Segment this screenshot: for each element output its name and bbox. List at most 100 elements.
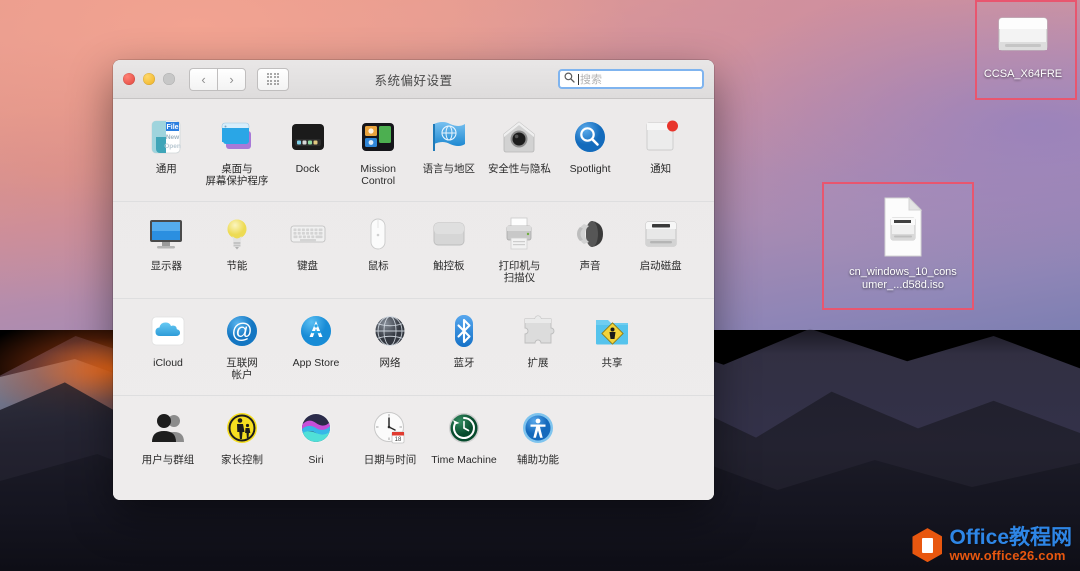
pref-printers-scanners[interactable]: 打印机与扫描仪 xyxy=(484,208,555,294)
watermark: Office教程网 www.office26.com xyxy=(912,527,1072,563)
pref-internet-accounts[interactable]: @ 互联网帐户 xyxy=(205,305,279,391)
forward-button[interactable]: › xyxy=(217,68,246,91)
preferences-row: iCloud @ 互联网帐户 xyxy=(113,299,714,396)
desktop: CCSA_X64FRE cn_windows_10_consumer_...d5… xyxy=(0,0,1080,571)
network-icon xyxy=(370,311,410,351)
pref-label: 网络 xyxy=(353,357,427,369)
desktop-screensaver-icon xyxy=(217,117,257,157)
language-region-icon xyxy=(429,117,469,157)
pref-dock[interactable]: Dock xyxy=(272,111,343,197)
search-icon xyxy=(564,70,575,88)
svg-text:Open: Open xyxy=(165,143,182,150)
pref-label: MissionControl xyxy=(343,163,414,187)
sound-icon xyxy=(570,214,610,254)
pref-label: 节能 xyxy=(202,260,273,272)
pref-spotlight[interactable]: Spotlight xyxy=(555,111,626,197)
siri-icon xyxy=(296,408,336,448)
users-groups-icon xyxy=(148,408,188,448)
pref-label: 声音 xyxy=(555,260,626,272)
desktop-icon-iso[interactable]: cn_windows_10_consumer_...d58d.iso xyxy=(848,196,958,292)
pref-bluetooth[interactable]: 蓝牙 xyxy=(427,305,501,391)
pref-mission-control[interactable]: MissionControl xyxy=(343,111,414,197)
pref-energy-saver[interactable]: 节能 xyxy=(202,208,273,294)
energy-saver-icon xyxy=(217,214,257,254)
pref-desktop-screensaver[interactable]: 桌面与屏幕保护程序 xyxy=(202,111,273,197)
displays-icon xyxy=(146,214,186,254)
pref-date-time[interactable]: 18 日期与时间 xyxy=(353,402,427,476)
startup-disk-icon xyxy=(641,214,681,254)
mission-control-icon xyxy=(358,117,398,157)
pref-label: Spotlight xyxy=(555,163,626,175)
pref-label: 触控板 xyxy=(414,260,485,272)
preferences-row: 用户与群组 家长控制 xyxy=(113,396,714,480)
spotlight-icon xyxy=(570,117,610,157)
close-button[interactable] xyxy=(123,73,135,85)
pref-label: 键盘 xyxy=(272,260,343,272)
iso-disc-image-icon xyxy=(848,196,958,262)
pref-mouse[interactable]: 鼠标 xyxy=(343,208,414,294)
pref-users-groups[interactable]: 用户与群组 xyxy=(131,402,205,476)
printers-scanners-icon xyxy=(499,214,539,254)
back-button[interactable]: ‹ xyxy=(189,68,217,91)
icloud-icon xyxy=(148,311,188,351)
pref-displays[interactable]: 显示器 xyxy=(131,208,202,294)
office-hexagon-logo xyxy=(912,528,942,562)
pref-parental-controls[interactable]: 家长控制 xyxy=(205,402,279,476)
pref-label: 扩展 xyxy=(501,357,575,369)
pref-security-privacy[interactable]: 安全性与隐私 xyxy=(484,111,555,197)
keyboard-icon xyxy=(288,214,328,254)
pref-label: 共享 xyxy=(575,357,649,369)
time-machine-icon xyxy=(444,408,484,448)
pref-label: 语言与地区 xyxy=(414,163,485,175)
general-icon: File New Open xyxy=(146,117,186,157)
pref-trackpad[interactable]: 触控板 xyxy=(414,208,485,294)
pref-label: iCloud xyxy=(131,357,205,369)
date-time-icon: 18 xyxy=(370,408,410,448)
pref-startup-disk[interactable]: 启动磁盘 xyxy=(625,208,696,294)
pref-siri[interactable]: Siri xyxy=(279,402,353,476)
svg-text:@: @ xyxy=(231,320,252,343)
pref-keyboard[interactable]: 键盘 xyxy=(272,208,343,294)
minimize-button[interactable] xyxy=(143,73,155,85)
preferences-grid: File New Open 通用 xyxy=(113,99,714,500)
search-field[interactable]: 搜索 xyxy=(558,69,704,89)
pref-label: 家长控制 xyxy=(205,454,279,466)
system-preferences-window[interactable]: ‹ › 系统偏好设置 xyxy=(113,60,714,500)
pref-sound[interactable]: 声音 xyxy=(555,208,626,294)
pref-sharing[interactable]: 共享 xyxy=(575,305,649,391)
pref-label: Dock xyxy=(272,163,343,175)
pref-label: Siri xyxy=(279,454,353,466)
internet-accounts-icon: @ xyxy=(222,311,262,351)
show-all-button[interactable] xyxy=(257,68,289,91)
pref-general[interactable]: File New Open 通用 xyxy=(131,111,202,197)
svg-text:New: New xyxy=(166,134,180,141)
pref-time-machine[interactable]: Time Machine xyxy=(427,402,501,476)
svg-text:18: 18 xyxy=(395,437,402,443)
mouse-icon xyxy=(358,214,398,254)
desktop-icon-label: CCSA_X64FRE xyxy=(968,68,1078,81)
sharing-icon xyxy=(592,311,632,351)
pref-label: 桌面与屏幕保护程序 xyxy=(202,163,273,187)
pref-label: 通用 xyxy=(131,163,202,175)
pref-accessibility[interactable]: 辅助功能 xyxy=(501,402,575,476)
window-titlebar[interactable]: ‹ › 系统偏好设置 xyxy=(113,60,714,99)
pref-extensions[interactable]: 扩展 xyxy=(501,305,575,391)
pref-label: 用户与群组 xyxy=(131,454,205,466)
pref-network[interactable]: 网络 xyxy=(353,305,427,391)
pref-label: 显示器 xyxy=(131,260,202,272)
disk-drive-icon xyxy=(968,8,1078,64)
navigation-button-group: ‹ › xyxy=(189,68,246,91)
desktop-icon-disk[interactable]: CCSA_X64FRE xyxy=(968,8,1078,81)
security-privacy-icon xyxy=(499,117,539,157)
pref-language-region[interactable]: 语言与地区 xyxy=(414,111,485,197)
trackpad-icon xyxy=(429,214,469,254)
pref-label: Time Machine xyxy=(427,454,501,466)
svg-text:File: File xyxy=(167,124,179,131)
notifications-icon xyxy=(641,117,681,157)
pref-icloud[interactable]: iCloud xyxy=(131,305,205,391)
traffic-light-group xyxy=(123,73,175,85)
pref-label: 安全性与隐私 xyxy=(484,163,555,175)
pref-label: 辅助功能 xyxy=(501,454,575,466)
pref-app-store[interactable]: App Store xyxy=(279,305,353,391)
pref-notifications[interactable]: 通知 xyxy=(625,111,696,197)
